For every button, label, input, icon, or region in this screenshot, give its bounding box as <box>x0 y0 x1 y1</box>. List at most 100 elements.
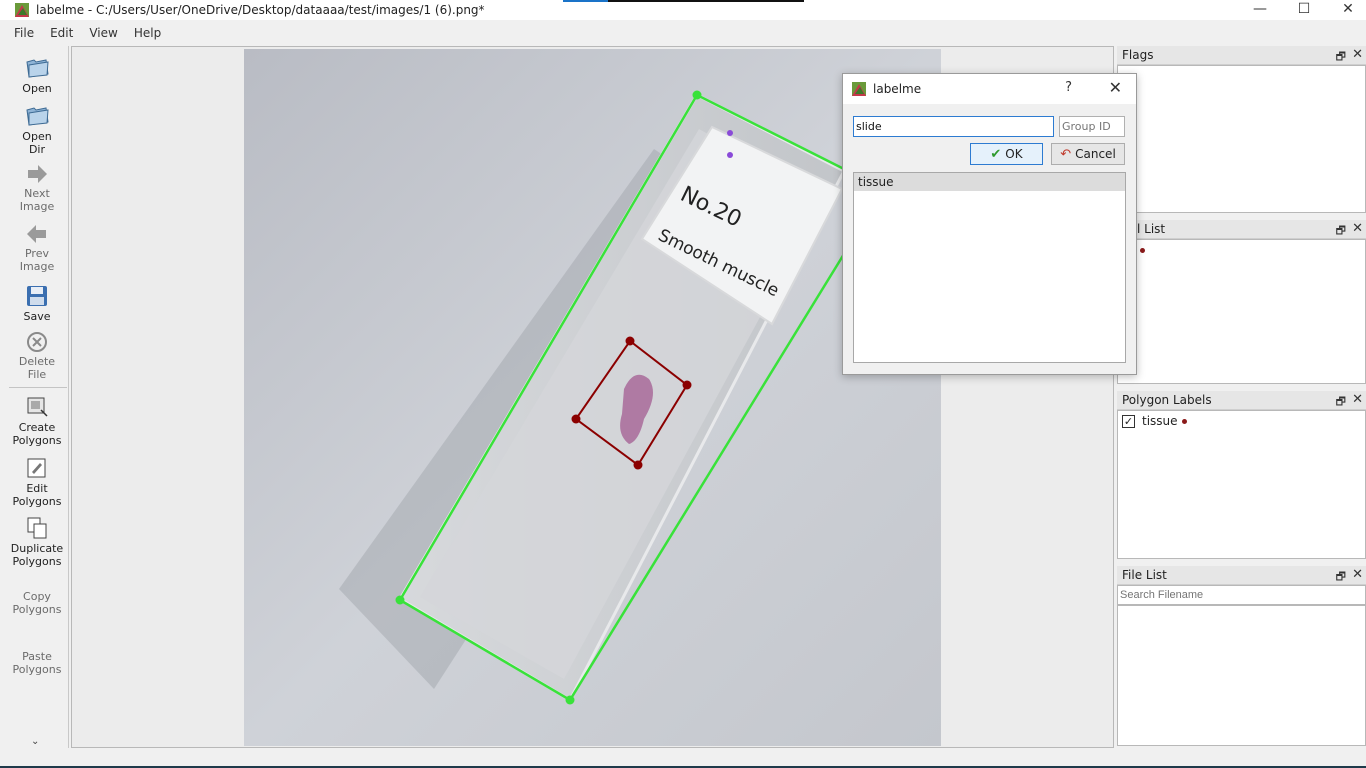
open-dir-button[interactable]: Open Dir <box>5 102 69 156</box>
open-button[interactable]: Open <box>5 54 69 95</box>
label-list-dock-header: bel List 🗗 ✕ <box>1117 220 1366 239</box>
save-disk-icon <box>27 286 47 306</box>
search-filename-input[interactable] <box>1117 585 1366 605</box>
menu-edit[interactable]: Edit <box>42 26 81 40</box>
polygon-labels-dock-header: Polygon Labels 🗗 ✕ <box>1117 391 1366 410</box>
arrow-left-icon <box>27 225 46 243</box>
flags-dock: Flags 🗗 ✕ <box>1117 46 1366 214</box>
close-window-button[interactable]: ✕ <box>1328 0 1366 18</box>
tissue-vertex[interactable] <box>571 414 581 424</box>
delete-file-button[interactable]: Delete File <box>5 331 69 381</box>
tissue-vertex[interactable] <box>633 460 643 470</box>
cancel-button[interactable]: ↶ Cancel <box>1051 143 1125 165</box>
menu-file[interactable]: File <box>0 26 42 40</box>
cancel-label: Cancel <box>1075 147 1116 161</box>
folder-open-icon <box>26 107 49 126</box>
create-polygon-icon <box>27 397 48 417</box>
dock-float-icon[interactable]: 🗗 <box>1336 568 1346 587</box>
prev-image-button[interactable]: Prev Image <box>5 223 69 273</box>
prev-image-label: Prev Image <box>19 247 55 273</box>
duplicate-polygons-button[interactable]: Duplicate Polygons <box>5 516 69 568</box>
file-list-dock-header: File List 🗗 ✕ <box>1117 566 1366 585</box>
duplicate-polygons-label: Duplicate Polygons <box>10 542 64 568</box>
polygon-labels-list[interactable]: ✓ tissue <box>1117 410 1366 559</box>
open-dir-label: Open Dir <box>22 130 52 156</box>
polygon-label-item[interactable]: ✓ tissue <box>1118 411 1365 431</box>
dock-float-icon[interactable]: 🗗 <box>1336 48 1346 67</box>
dialog-label-list-item[interactable]: tissue <box>854 173 1125 191</box>
duplicate-icon <box>27 517 47 539</box>
label-list[interactable]: ue <box>1117 239 1366 384</box>
save-button[interactable]: Save <box>5 284 69 323</box>
label-color-dot <box>1181 418 1187 424</box>
polygon-visibility-checkbox[interactable]: ✓ <box>1122 414 1135 428</box>
group-id-input[interactable] <box>1059 116 1125 137</box>
open-label: Open <box>22 82 52 95</box>
flags-title: Flags <box>1122 48 1154 62</box>
slide-vertex[interactable] <box>565 695 575 705</box>
dock-close-icon[interactable]: ✕ <box>1352 47 1363 62</box>
label-list-dock: bel List 🗗 ✕ ue <box>1117 220 1366 385</box>
toolbar-separator <box>9 387 67 388</box>
dialog-title-bar: labelme ? ✕ <box>843 74 1136 104</box>
file-list-title: File List <box>1122 568 1167 582</box>
annotated-photo[interactable]: No.20 Smooth muscle <box>244 49 941 746</box>
dock-close-icon[interactable]: ✕ <box>1352 392 1363 407</box>
dock-close-icon[interactable]: ✕ <box>1352 221 1363 236</box>
menu-view[interactable]: View <box>81 26 125 40</box>
dock-close-icon[interactable]: ✕ <box>1352 567 1363 582</box>
create-polygons-button[interactable]: Create Polygons <box>5 395 69 447</box>
checkmark-icon: ✔ <box>990 146 1002 162</box>
dock-float-icon[interactable]: 🗗 <box>1336 222 1346 241</box>
maximize-button[interactable]: ☐ <box>1284 0 1324 18</box>
delete-file-label: Delete File <box>18 355 56 381</box>
edit-polygons-button[interactable]: Edit Polygons <box>5 456 69 508</box>
slide-vertex[interactable] <box>395 595 405 605</box>
flags-list[interactable] <box>1117 65 1366 213</box>
window-title: labelme - C:/Users/User/OneDrive/Desktop… <box>36 3 485 17</box>
toolbar-expand-icon[interactable]: ⌄ <box>31 736 39 747</box>
label-name-input[interactable] <box>853 116 1054 137</box>
copy-polygons-button[interactable]: Copy Polygons <box>5 590 69 616</box>
menu-help[interactable]: Help <box>126 26 169 40</box>
dock-float-icon[interactable]: 🗗 <box>1336 393 1346 412</box>
paste-polygons-label: Paste Polygons <box>12 650 62 676</box>
tissue-vertex[interactable] <box>682 380 692 390</box>
tissue-vertex[interactable] <box>625 336 635 346</box>
dialog-title: labelme <box>873 82 922 96</box>
next-image-button[interactable]: Next Image <box>5 163 69 213</box>
edit-polygons-label: Edit Polygons <box>12 482 62 508</box>
slide-vertex[interactable] <box>692 90 702 100</box>
polygon-label-text: tissue <box>1142 414 1178 428</box>
label-list-item[interactable]: ue <box>1118 240 1365 260</box>
undo-arrow-icon: ↶ <box>1060 146 1072 162</box>
title-bar: labelme - C:/Users/User/OneDrive/Desktop… <box>0 0 1366 20</box>
help-icon[interactable]: ? <box>1065 80 1072 95</box>
delete-circle-icon <box>27 332 47 352</box>
ok-button[interactable]: ✔ OK <box>970 143 1043 165</box>
flags-dock-header: Flags 🗗 ✕ <box>1117 46 1366 65</box>
arrow-right-icon <box>28 165 47 183</box>
label-color-dot <box>1140 247 1145 253</box>
labelme-app-icon <box>15 3 29 17</box>
paste-polygons-button[interactable]: Paste Polygons <box>5 650 69 676</box>
dialog-close-button[interactable]: ✕ <box>1109 78 1122 97</box>
next-image-label: Next Image <box>19 187 55 213</box>
label-dot-purple <box>727 130 733 136</box>
title-progress-indicator <box>563 0 804 2</box>
edit-polygon-icon <box>27 458 46 478</box>
menu-bar: File Edit View Help <box>0 22 1366 44</box>
label-dialog: labelme ? ✕ ✔ OK ↶ Cancel tissue <box>842 73 1137 375</box>
polygon-labels-dock: Polygon Labels 🗗 ✕ ✓ tissue <box>1117 391 1366 560</box>
folder-open-icon <box>26 59 49 78</box>
minimize-button[interactable]: — <box>1240 0 1280 18</box>
file-list[interactable] <box>1117 605 1366 746</box>
labelme-app-icon <box>852 82 866 96</box>
label-dot-purple <box>727 152 733 158</box>
tools-toolbar: Open Open Dir Next Image Prev Image Save <box>5 46 69 748</box>
save-label: Save <box>23 310 51 323</box>
polygon-labels-title: Polygon Labels <box>1122 393 1212 407</box>
file-list-dock: File List 🗗 ✕ <box>1117 566 1366 748</box>
dialog-label-list[interactable]: tissue <box>853 172 1126 363</box>
status-bar <box>0 748 1366 768</box>
